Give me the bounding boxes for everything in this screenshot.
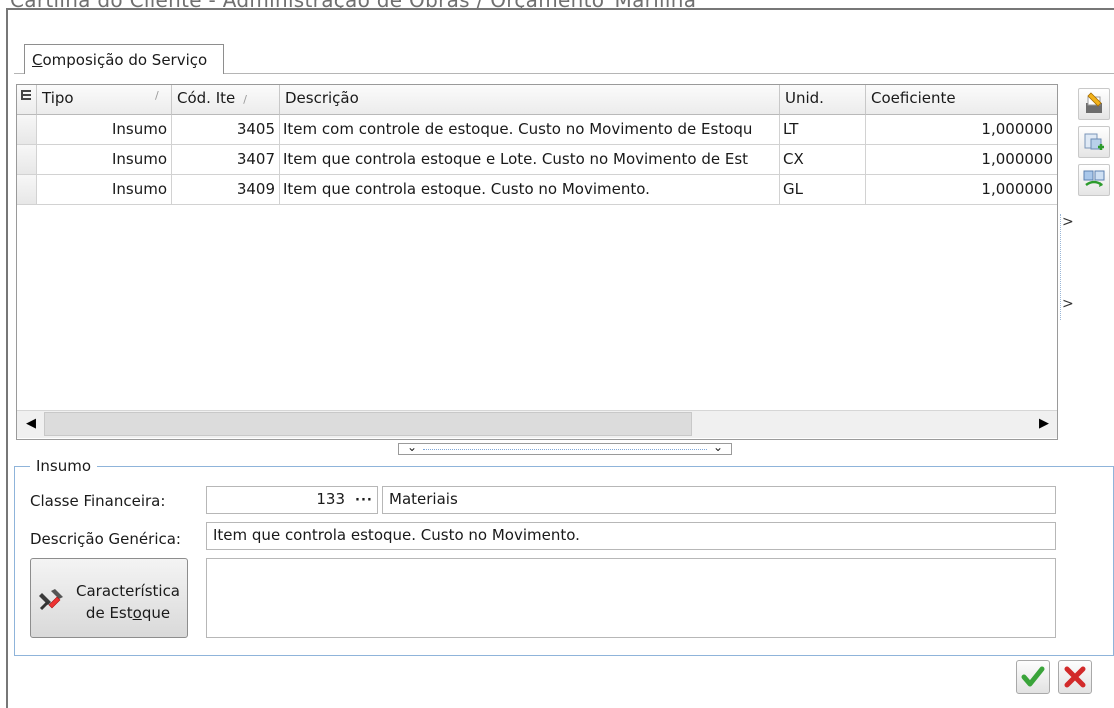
cell-tipo: Insumo (37, 115, 172, 144)
cell-cod: 3405 (172, 115, 280, 144)
add-item-icon (1084, 133, 1104, 150)
lookup-ellipsis-icon[interactable]: ··· (355, 493, 373, 508)
close-icon (1064, 666, 1086, 688)
chevron-down-icon: ⌄ (407, 440, 418, 454)
scrollbar-thumb[interactable] (44, 412, 692, 436)
descricao-generica-field[interactable]: Item que controla estoque. Custo no Movi… (206, 522, 1056, 550)
cell-unid: LT (780, 115, 866, 144)
cancel-button[interactable] (1058, 660, 1092, 694)
notes-textarea[interactable] (206, 558, 1056, 638)
column-header-cod[interactable]: Cód. Ite / (172, 85, 280, 115)
cell-tipo: Insumo (37, 145, 172, 174)
chevron-down-icon: ⌄ (713, 440, 724, 454)
cell-coeficiente: 1,000000 (981, 180, 1053, 198)
row-selector[interactable] (17, 145, 37, 174)
cell-descricao: Item que controla estoque. Custo no Movi… (280, 175, 780, 204)
column-header-unid[interactable]: Unid. (780, 85, 866, 115)
cell-cod: 3409 (172, 175, 280, 204)
tab-label: Composição do Serviço (32, 51, 208, 69)
cell-coeficiente: 1,000000 (981, 120, 1053, 138)
row-selector[interactable] (17, 175, 37, 204)
edit-item-icon (1086, 92, 1102, 113)
confirm-button[interactable] (1016, 660, 1050, 694)
group-title: Insumo (30, 457, 98, 475)
scroll-right-icon[interactable]: ▶ (1031, 411, 1057, 437)
chevron-right-icon[interactable]: > (1062, 296, 1074, 312)
edit-item-button[interactable] (1078, 88, 1110, 120)
splitter-handle[interactable]: ⌄ ⌄ (398, 440, 732, 455)
table-row[interactable]: Insumo 3407 Item que controla estoque e … (17, 145, 1057, 175)
caracteristica-estoque-label: Característica de Estoque (75, 582, 181, 622)
descricao-generica-label: Descrição Genérica: (30, 530, 181, 548)
column-header-tipo[interactable]: Tipo / (37, 85, 172, 115)
add-item-button[interactable] (1078, 126, 1110, 158)
replace-item-icon (1083, 170, 1105, 187)
column-chooser-icon[interactable] (17, 85, 37, 115)
tools-icon (39, 589, 63, 611)
table-row[interactable]: Insumo 3409 Item que controla estoque. C… (17, 175, 1057, 205)
column-header-descricao[interactable]: Descrição (280, 85, 780, 115)
scroll-left-icon[interactable]: ◀ (18, 411, 44, 437)
classe-financeira-label: Classe Financeira: (30, 492, 166, 510)
cell-cod: 3407 (172, 145, 280, 174)
cell-descricao: Item com controle de estoque. Custo no M… (280, 115, 780, 144)
cell-unid: CX (780, 145, 866, 174)
cell-descricao: Item que controla estoque e Lote. Custo … (280, 145, 780, 174)
classe-financeira-name-field[interactable]: Materiais (382, 486, 1056, 514)
replace-item-button[interactable] (1078, 164, 1110, 196)
row-selector[interactable] (17, 115, 37, 144)
check-icon (1021, 666, 1045, 687)
chevron-right-icon[interactable]: > (1062, 214, 1074, 230)
cell-coeficiente: 1,000000 (981, 150, 1053, 168)
classe-financeira-code-field[interactable]: 133 (206, 486, 378, 514)
column-header-coeficiente[interactable]: Coeficiente (866, 85, 1057, 115)
table-row[interactable]: Insumo 3405 Item com controle de estoque… (17, 115, 1057, 145)
cell-unid: GL (780, 175, 866, 204)
cell-tipo: Insumo (37, 175, 172, 204)
